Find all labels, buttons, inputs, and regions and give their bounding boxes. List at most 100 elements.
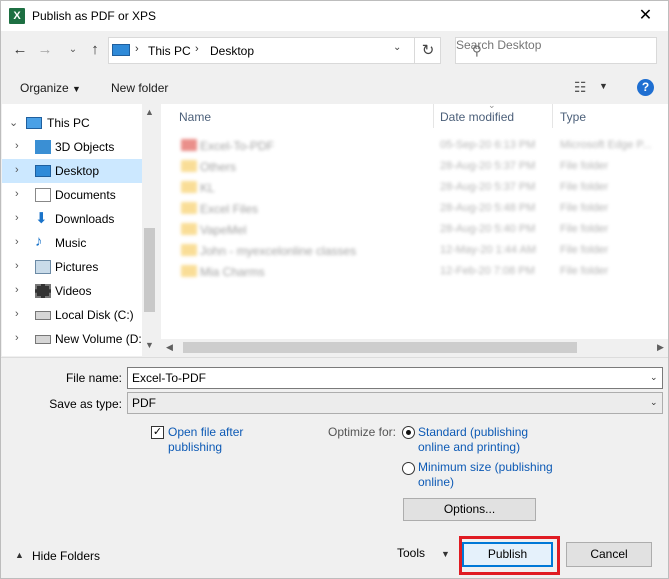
chevron-right-icon[interactable]: › <box>195 43 199 55</box>
file-name: John - myexcelonline classes <box>200 244 357 258</box>
tree-label: Documents <box>55 188 116 202</box>
address-dropdown-icon[interactable]: ⌄ <box>393 42 401 53</box>
tree-item-this-pc[interactable]: ⌄ This PC <box>2 111 142 135</box>
tree-item-music[interactable]: › ♪ Music <box>2 231 142 255</box>
chevron-right-icon[interactable]: › <box>15 332 19 344</box>
folder-icon <box>181 202 197 214</box>
file-name-label: File name: <box>65 371 122 385</box>
save-as-type-select[interactable]: PDF ⌄ <box>127 392 663 414</box>
tree-label: Downloads <box>55 212 115 226</box>
column-header-date[interactable]: Date modified <box>440 110 514 124</box>
tools-button[interactable]: Tools <box>397 546 425 560</box>
publish-dialog: X Publish as PDF or XPS ✕ ← → ⌄ ↑ › This… <box>0 0 669 579</box>
up-button[interactable]: ↑ <box>85 38 105 62</box>
back-button[interactable]: ← <box>10 38 30 62</box>
new-folder-button[interactable]: New folder <box>111 81 168 95</box>
file-row[interactable]: Excel Files 28-Aug-20 5:48 PM File folde… <box>176 198 656 219</box>
view-options-icon[interactable]: ☷ <box>574 79 587 96</box>
column-header-type[interactable]: Type <box>560 110 586 124</box>
chevron-right-icon[interactable]: › <box>15 212 19 224</box>
tree-item-desktop[interactable]: › Desktop <box>2 159 142 183</box>
file-date: 28-Aug-20 5:37 PM <box>440 181 536 193</box>
chevron-right-icon[interactable]: › <box>15 140 19 152</box>
file-date: 28-Aug-20 5:40 PM <box>440 223 536 235</box>
chevron-down-icon[interactable]: ⌄ <box>650 397 658 408</box>
organize-label: Organize <box>20 81 69 95</box>
scroll-up-icon[interactable]: ▲ <box>145 107 154 117</box>
breadcrumb-desktop[interactable]: Desktop <box>210 44 254 58</box>
file-row[interactable]: Others 28-Aug-20 5:37 PM File folder <box>176 156 656 177</box>
scroll-left-icon[interactable]: ◀ <box>166 342 173 353</box>
column-header-name[interactable]: Name <box>179 110 211 124</box>
file-list: Name ⌄ Date modified Type Excel-To-PDF 0… <box>161 100 668 356</box>
file-row[interactable]: VapeMel 28-Aug-20 5:40 PM File folder <box>176 219 656 240</box>
recent-locations-button[interactable]: ⌄ <box>63 38 83 62</box>
film-icon <box>35 284 51 298</box>
chevron-right-icon[interactable]: › <box>135 43 139 55</box>
chevron-right-icon[interactable]: › <box>15 284 19 296</box>
file-type: File folder <box>560 265 609 277</box>
tree-item-pictures[interactable]: › Pictures <box>2 255 142 279</box>
options-button[interactable]: Options... <box>403 498 536 521</box>
organize-button[interactable]: Organize ▼ <box>20 81 81 95</box>
folder-icon <box>181 265 197 277</box>
caret-down-icon[interactable]: ▼ <box>599 81 608 91</box>
picture-icon <box>35 260 51 274</box>
file-row[interactable]: Mia Charms 12-Feb-20 7:08 PM File folder <box>176 261 656 282</box>
arrow-right-icon: → <box>37 41 53 58</box>
tree-item-downloads[interactable]: › ⬇ Downloads <box>2 207 142 231</box>
file-name-field[interactable]: ⌄ <box>127 367 663 389</box>
tree-label: Local Disk (C:) <box>55 308 134 322</box>
tree-item-new-volume[interactable]: › New Volume (D: <box>2 327 142 351</box>
chevron-right-icon[interactable]: › <box>15 164 19 176</box>
tree-item-3d-objects[interactable]: › 3D Objects <box>2 135 142 159</box>
download-icon: ⬇ <box>35 210 48 227</box>
chevron-right-icon[interactable]: › <box>15 308 19 320</box>
folder-icon <box>181 244 197 256</box>
file-name-input[interactable] <box>132 371 632 385</box>
music-note-icon: ♪ <box>35 233 43 250</box>
radio-dot <box>406 430 411 435</box>
search-icon: ⚲ <box>472 43 482 58</box>
minimum-size-option-label[interactable]: Minimum size (publishing online) <box>418 460 553 490</box>
refresh-button[interactable]: ↻ <box>414 38 441 63</box>
standard-radio[interactable] <box>402 426 415 439</box>
tree-item-documents[interactable]: › Documents <box>2 183 142 207</box>
chevron-right-icon[interactable]: › <box>15 188 19 200</box>
file-row[interactable]: John - myexcelonline classes 12-May-20 1… <box>176 240 656 261</box>
tree-item-videos[interactable]: › Videos <box>2 279 142 303</box>
standard-option-label[interactable]: Standard (publishing online and printing… <box>418 425 553 455</box>
chevron-right-icon[interactable]: › <box>15 260 19 272</box>
column-divider[interactable] <box>552 104 553 128</box>
chevron-down-icon[interactable]: ⌄ <box>9 116 18 129</box>
file-row[interactable]: Excel-To-PDF 05-Sep-20 6:13 PM Microsoft… <box>176 135 656 156</box>
publish-button[interactable]: Publish <box>462 542 553 567</box>
search-box[interactable]: ⚲ <box>455 37 657 64</box>
close-button[interactable]: ✕ <box>623 1 668 31</box>
arrow-up-icon: ↑ <box>91 41 99 58</box>
chevron-right-icon[interactable]: › <box>15 236 19 248</box>
minimum-size-radio[interactable] <box>402 462 415 475</box>
scroll-thumb[interactable] <box>183 342 577 353</box>
file-name: Excel-To-PDF <box>200 139 275 153</box>
file-type: File folder <box>560 244 609 256</box>
tree-label: This PC <box>47 116 90 130</box>
help-icon[interactable]: ? <box>637 79 654 96</box>
open-after-publishing-checkbox[interactable]: ✓ <box>151 426 164 439</box>
nav-pane-scrollbar[interactable]: ▲ ▼ <box>142 104 157 356</box>
file-row[interactable]: KL 28-Aug-20 5:37 PM File folder <box>176 177 656 198</box>
column-divider[interactable] <box>433 104 434 128</box>
horizontal-scrollbar[interactable]: ◀ ▶ <box>161 339 668 356</box>
scroll-down-icon[interactable]: ▼ <box>145 340 154 350</box>
cancel-button[interactable]: Cancel <box>566 542 652 567</box>
tree-label: Videos <box>55 284 92 298</box>
caret-down-icon[interactable]: ▼ <box>441 549 450 559</box>
scroll-thumb[interactable] <box>144 228 155 312</box>
scroll-right-icon[interactable]: ▶ <box>657 342 664 353</box>
tree-item-local-disk[interactable]: › Local Disk (C:) <box>2 303 142 327</box>
chevron-down-icon[interactable]: ⌄ <box>650 372 658 383</box>
breadcrumb-this-pc[interactable]: This PC <box>148 44 191 58</box>
forward-button[interactable]: → <box>35 38 55 62</box>
open-after-publishing-label[interactable]: Open file after publishing <box>168 425 268 455</box>
address-bar[interactable]: › This PC › Desktop ⌄ ↻ <box>108 37 441 64</box>
